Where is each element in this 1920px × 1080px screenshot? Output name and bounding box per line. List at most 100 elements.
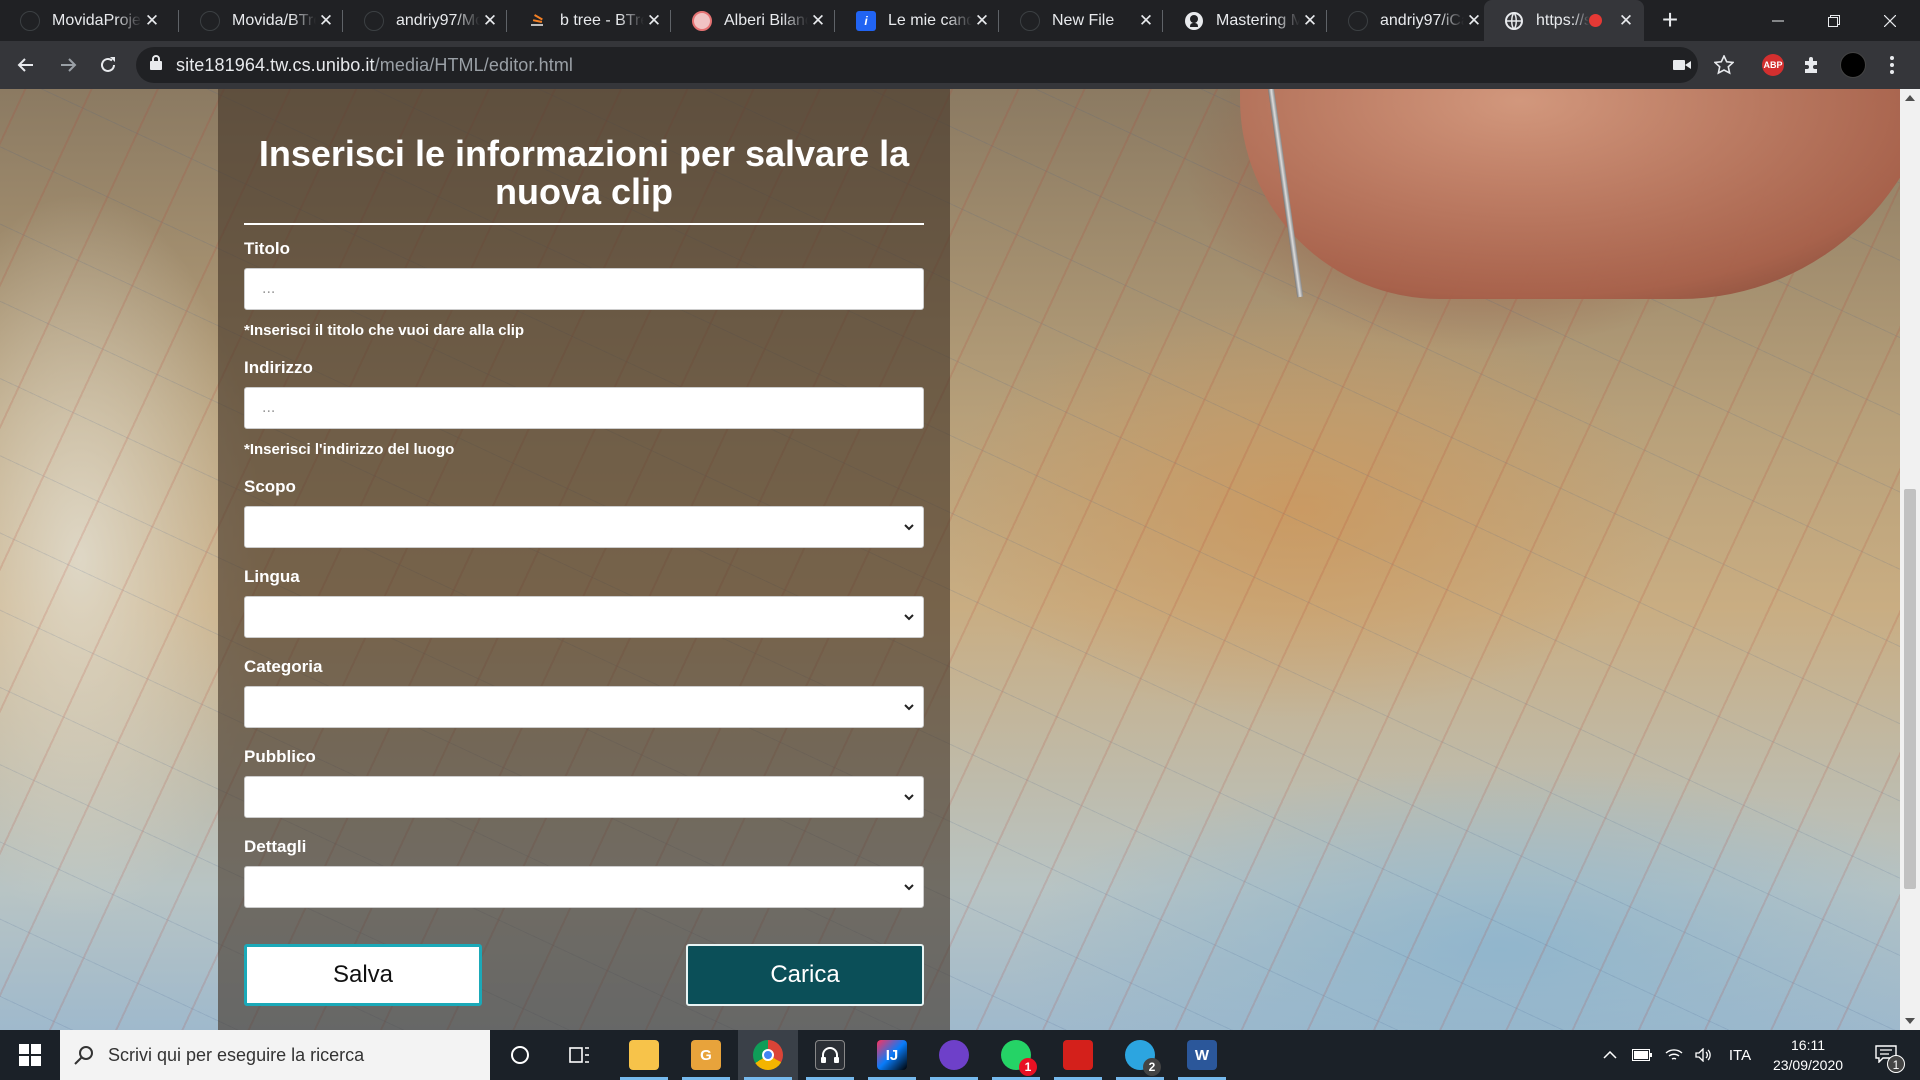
close-tab-icon[interactable]: ✕ [1464, 11, 1484, 31]
profile-avatar[interactable] [1840, 52, 1866, 78]
app-label: W [1194, 1046, 1210, 1064]
close-tab-icon[interactable]: ✕ [972, 11, 992, 31]
taskbar-file-explorer[interactable] [614, 1030, 674, 1080]
salva-button[interactable]: Salva [244, 944, 482, 1006]
tab-active[interactable]: https://s ✕ [1484, 0, 1644, 41]
volume-icon[interactable] [1690, 1030, 1718, 1080]
indirizzo-label: Indirizzo [244, 358, 313, 377]
close-tab-icon[interactable]: ✕ [1300, 11, 1320, 31]
titolo-label: Titolo [244, 239, 290, 258]
browser-toolbar: site181964.tw.cs.unibo.it/media/HTML/edi… [0, 41, 1920, 89]
office-icon: G [691, 1040, 721, 1070]
camera-icon[interactable] [1670, 53, 1694, 77]
form-panel: Inserisci le informazioni per salvare la… [218, 89, 950, 1030]
windows-taskbar: Scrivi qui per eseguire la ricerca G IJ [0, 1030, 1920, 1080]
lock-icon[interactable] [150, 55, 162, 75]
acrobat-icon [1063, 1040, 1093, 1070]
scopo-select[interactable] [244, 506, 924, 548]
tab-7[interactable]: New File ✕ [1000, 0, 1164, 41]
page-scrollbar[interactable] [1900, 89, 1920, 1030]
tab-5[interactable]: Alberi Bilanc ✕ [672, 0, 836, 41]
scrollbar-thumb[interactable] [1904, 489, 1916, 889]
close-tab-icon[interactable]: ✕ [316, 11, 336, 31]
close-tab-icon[interactable]: ✕ [142, 11, 162, 31]
lingua-label: Lingua [244, 567, 300, 586]
taskbar-search[interactable]: Scrivi qui per eseguire la ricerca [60, 1030, 490, 1080]
indirizzo-input[interactable] [244, 387, 924, 429]
telegram-icon: 2 [1125, 1040, 1161, 1076]
stackoverflow-icon [528, 11, 548, 31]
tab-6[interactable]: i Le mie cand ✕ [836, 0, 1000, 41]
finger-photo [1240, 89, 1900, 299]
adblock-plus-icon[interactable]: ABP [1762, 54, 1784, 76]
minimize-icon[interactable] [1750, 0, 1806, 41]
github-icon [1184, 11, 1204, 31]
close-tab-icon[interactable]: ✕ [480, 11, 500, 31]
lingua-select[interactable] [244, 596, 924, 638]
dettagli-select[interactable] [244, 866, 924, 908]
tab-1[interactable]: MovidaProje ✕ [0, 0, 170, 41]
task-view-icon [569, 1047, 589, 1063]
pubblico-select[interactable] [244, 776, 924, 818]
taskbar-github-desktop[interactable] [924, 1030, 984, 1080]
start-button[interactable] [0, 1030, 60, 1080]
github-icon [364, 10, 384, 31]
taskbar-intellij[interactable]: IJ [862, 1030, 922, 1080]
reload-icon[interactable] [92, 49, 124, 81]
close-window-icon[interactable] [1862, 0, 1918, 41]
tab-title: andriy97/Mo [396, 11, 480, 29]
tab-4[interactable]: b tree - BTre ✕ [508, 0, 672, 41]
scroll-down-arrow-icon[interactable] [1900, 1012, 1920, 1030]
taskbar-office[interactable]: G [676, 1030, 736, 1080]
close-tab-icon[interactable]: ✕ [1616, 11, 1636, 31]
scroll-up-arrow-icon[interactable] [1900, 89, 1920, 107]
github-desktop-icon [939, 1040, 969, 1070]
clock-date: 23/09/2020 [1772, 1057, 1844, 1073]
taskbar-chrome[interactable] [738, 1030, 798, 1080]
close-tab-icon[interactable]: ✕ [1136, 11, 1156, 31]
extensions-puzzle-icon[interactable] [1800, 53, 1824, 77]
tab-8[interactable]: Mastering M ✕ [1164, 0, 1328, 41]
close-tab-icon[interactable]: ✕ [808, 11, 828, 31]
menu-kebab-icon[interactable] [1880, 53, 1904, 77]
indeed-icon: i [856, 10, 876, 31]
github-icon [1348, 10, 1368, 31]
wifi-icon[interactable] [1660, 1030, 1688, 1080]
language-indicator[interactable]: ITA [1722, 1030, 1758, 1080]
recording-icon [1589, 14, 1602, 27]
close-tab-icon[interactable]: ✕ [644, 11, 664, 31]
app-label: IJ [885, 1046, 899, 1064]
title-divider [244, 223, 924, 225]
notifications-button[interactable]: 1 [1866, 1030, 1906, 1080]
taskbar-headphones[interactable] [800, 1030, 860, 1080]
tab-2[interactable]: Movida/BTre ✕ [180, 0, 344, 41]
task-view-button[interactable] [550, 1030, 610, 1080]
tab-title: Alberi Bilanc [724, 11, 808, 29]
taskbar-whatsapp[interactable]: 1 [986, 1030, 1046, 1080]
telegram-badge: 2 [1143, 1058, 1161, 1076]
taskbar-word[interactable]: W [1172, 1030, 1232, 1080]
new-tab-button[interactable]: + [1654, 5, 1686, 37]
taskbar-clock[interactable]: 16:11 23/09/2020 [1760, 1035, 1856, 1075]
chrome-icon-center [762, 1049, 774, 1061]
site-icon [692, 10, 712, 31]
tab-9[interactable]: andriy97/iCa ✕ [1328, 0, 1492, 41]
clock-time: 16:11 [1791, 1037, 1825, 1053]
titolo-input[interactable] [244, 268, 924, 310]
forward-icon[interactable] [52, 49, 84, 81]
cortana-button[interactable] [490, 1030, 550, 1080]
tray-overflow-chevron-icon[interactable] [1598, 1030, 1622, 1080]
battery-icon[interactable] [1628, 1030, 1656, 1080]
tab-title: Le mie cand [888, 11, 972, 29]
carica-button[interactable]: Carica [686, 944, 924, 1006]
categoria-select[interactable] [244, 686, 924, 728]
taskbar-telegram[interactable]: 2 [1110, 1030, 1170, 1080]
taskbar-acrobat[interactable] [1048, 1030, 1108, 1080]
folder-icon [629, 1040, 659, 1070]
back-icon[interactable] [10, 49, 42, 81]
restore-icon[interactable] [1806, 0, 1862, 41]
address-bar[interactable]: site181964.tw.cs.unibo.it/media/HTML/edi… [136, 47, 1698, 83]
tab-3[interactable]: andriy97/Mo ✕ [344, 0, 508, 41]
chevron-down-icon [904, 524, 914, 531]
bookmark-star-icon[interactable] [1712, 53, 1736, 77]
